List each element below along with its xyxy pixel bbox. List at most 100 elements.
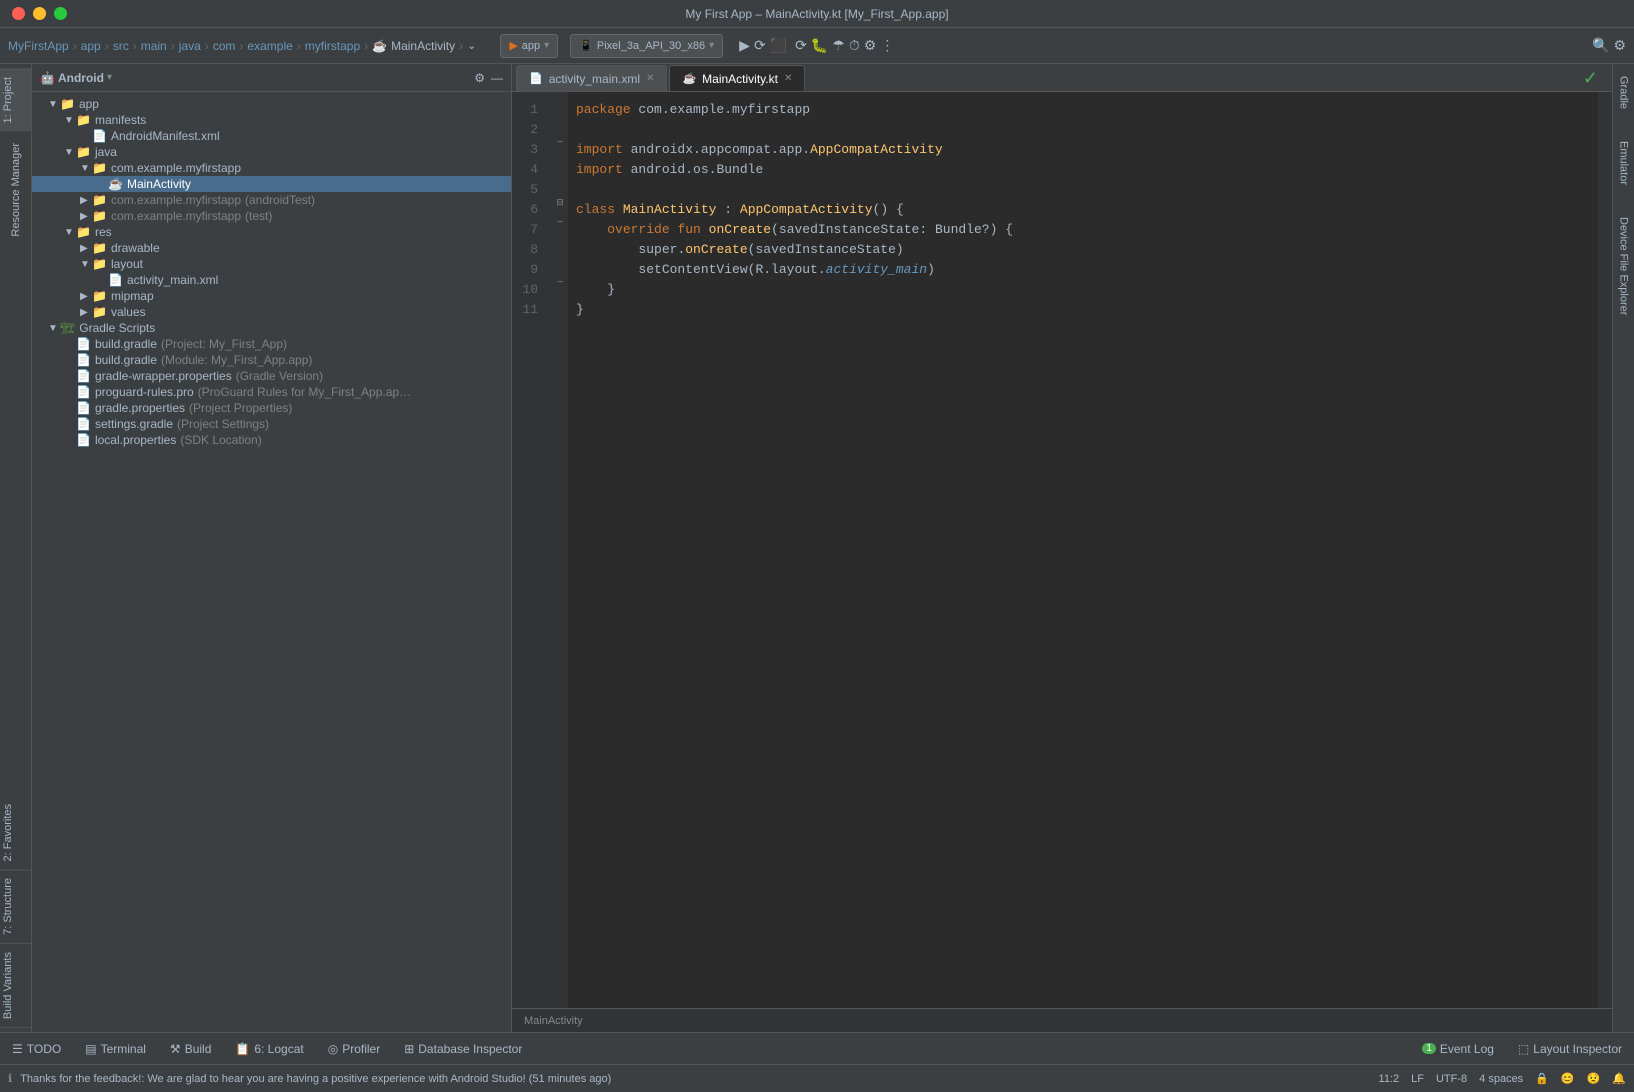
breadcrumb-src[interactable]: src — [113, 39, 129, 53]
line-num-7: 7 — [512, 220, 544, 240]
breadcrumb-java[interactable]: java — [179, 39, 201, 53]
tree-item-label: java — [95, 145, 117, 159]
tree-item-manifests[interactable]: ▼ 📁 manifests — [32, 112, 511, 128]
breadcrumb: MyFirstApp › app › src › main › java › c… — [8, 39, 476, 53]
fold-indicator-oncreate[interactable]: − — [552, 212, 568, 232]
layout-inspector-icon: ⬚ — [1518, 1042, 1529, 1056]
right-tab-gradle[interactable]: Gradle — [1616, 68, 1632, 117]
tree-item-java[interactable]: ▼ 📁 java — [32, 144, 511, 160]
bottom-tab-profiler[interactable]: ◎ Profiler — [324, 1040, 385, 1058]
sad-icon: 😟 — [1587, 1072, 1601, 1085]
rerun-button[interactable]: ⟳ — [754, 37, 766, 54]
terminal-label: Terminal — [101, 1042, 146, 1056]
profile-icon[interactable]: ⏱ — [849, 37, 860, 54]
tree-item-test[interactable]: ▶ 📁 com.example.myfirstapp (test) — [32, 208, 511, 224]
search-icon[interactable]: 🔍 — [1592, 37, 1609, 54]
close-button[interactable] — [12, 7, 25, 20]
left-tab-project[interactable]: 1: Project — [0, 68, 31, 131]
breadcrumb-com[interactable]: com — [213, 39, 236, 53]
bottom-tab-logcat[interactable]: 📋 6: Logcat — [231, 1040, 307, 1058]
attach-debugger-icon[interactable]: 🐛 — [811, 37, 828, 54]
gradle-icon: 🏗 — [60, 321, 75, 335]
code-editor[interactable]: package com.example.myfirstapp import an… — [568, 92, 1598, 1008]
tree-arrow-icon: ▼ — [48, 323, 60, 334]
logcat-icon: 📋 — [235, 1042, 250, 1056]
minimize-button[interactable] — [33, 7, 46, 20]
right-tab-emulator[interactable]: Emulator — [1616, 133, 1632, 193]
code-line-11: } — [576, 300, 1598, 320]
device-button[interactable]: 📱 Pixel_3a_API_30_x86 ▾ — [570, 34, 723, 58]
fold-indicator-class[interactable]: − — [552, 132, 568, 152]
todo-label: TODO — [27, 1042, 61, 1056]
tree-item-res[interactable]: ▼ 📁 res — [32, 224, 511, 240]
fold-gutter: − ⊟ − − — [552, 92, 568, 1008]
tree-item-drawable[interactable]: ▶ 📁 drawable — [32, 240, 511, 256]
dropdown-icon: ▾ — [544, 40, 549, 51]
folder-icon: 📁 — [76, 225, 91, 239]
tree-item-activity-main[interactable]: 📄 activity_main.xml — [32, 272, 511, 288]
tree-item-android-test[interactable]: ▶ 📁 com.example.myfirstapp (androidTest) — [32, 192, 511, 208]
code-line-9: setContentView(R.layout.activity_main) — [576, 260, 1598, 280]
more-icon[interactable]: ⋮ — [880, 37, 894, 54]
code-line-6: class MainActivity : AppCompatActivity()… — [576, 200, 1598, 220]
tree-item-layout[interactable]: ▼ 📁 layout — [32, 256, 511, 272]
tree-item-settings-gradle[interactable]: 📄 settings.gradle (Project Settings) — [32, 416, 511, 432]
left-tab-resource-manager[interactable]: Resource Manager — [10, 139, 22, 241]
tree-item-build-gradle-project[interactable]: 📄 build.gradle (Project: My_First_App) — [32, 336, 511, 352]
vertical-scrollbar[interactable] — [1598, 92, 1612, 1008]
right-tab-device-file-explorer[interactable]: Device File Explorer — [1616, 209, 1632, 323]
folder-icon: 📁 — [92, 305, 107, 319]
cursor-position[interactable]: 11:2 — [1379, 1073, 1400, 1085]
tree-item-com-example[interactable]: ▼ 📁 com.example.myfirstapp — [32, 160, 511, 176]
tree-item-mainactivity[interactable]: ☕ MainActivity — [32, 176, 511, 192]
left-tab-structure[interactable]: 7: Structure — [0, 870, 31, 944]
tab-close-icon[interactable]: ✕ — [784, 73, 792, 84]
tab-activity-main[interactable]: 📄 activity_main.xml ✕ — [516, 65, 667, 91]
project-settings-icon[interactable]: ⚙ — [474, 71, 485, 85]
terminal-icon: ▤ — [85, 1042, 96, 1056]
breadcrumb-example[interactable]: example — [247, 39, 292, 53]
tree-item-proguard[interactable]: 📄 proguard-rules.pro (ProGuard Rules for… — [32, 384, 511, 400]
stop-button[interactable]: ⬛ — [770, 37, 787, 54]
coverage-icon[interactable]: ☂ — [832, 37, 845, 54]
tree-item-detail: (ProGuard Rules for My_First_App.ap… — [198, 385, 411, 399]
run-config-label: app — [522, 40, 540, 52]
breadcrumb-myfirstapp[interactable]: myfirstapp — [305, 39, 360, 53]
sync-button[interactable]: ⟳ — [795, 37, 807, 54]
tree-item-values[interactable]: ▶ 📁 values — [32, 304, 511, 320]
tab-main-activity[interactable]: ☕ MainActivity.kt ✕ — [669, 65, 805, 91]
bottom-tab-layout-inspector[interactable]: ⬚ Layout Inspector — [1514, 1040, 1626, 1058]
project-collapse-icon[interactable]: — — [491, 71, 503, 85]
bottom-tab-todo[interactable]: ☰ TODO — [8, 1040, 65, 1058]
tree-item-gradle-properties[interactable]: 📄 gradle.properties (Project Properties) — [32, 400, 511, 416]
encoding[interactable]: UTF-8 — [1436, 1073, 1467, 1085]
bottom-tab-database-inspector[interactable]: ⊞ Database Inspector — [400, 1040, 526, 1058]
tree-arrow-icon: ▼ — [48, 99, 60, 110]
tree-item-mipmap[interactable]: ▶ 📁 mipmap — [32, 288, 511, 304]
gear-icon[interactable]: ⚙ — [1613, 37, 1626, 54]
tree-item-local-properties[interactable]: 📄 local.properties (SDK Location) — [32, 432, 511, 448]
maximize-button[interactable] — [54, 7, 67, 20]
tree-item-app[interactable]: ▼ 📁 app — [32, 96, 511, 112]
tree-item-androidmanifest[interactable]: 📄 AndroidManifest.xml — [32, 128, 511, 144]
tree-item-build-gradle-module[interactable]: 📄 build.gradle (Module: My_First_App.app… — [32, 352, 511, 368]
project-dropdown[interactable]: 🤖 Android ▾ — [40, 71, 112, 85]
left-tab-build-variants[interactable]: Build Variants — [0, 944, 31, 1028]
folder-icon: 📁 — [92, 241, 107, 255]
breadcrumb-app[interactable]: app — [81, 39, 101, 53]
breadcrumb-main[interactable]: main — [141, 39, 167, 53]
bottom-tab-terminal[interactable]: ▤ Terminal — [81, 1040, 150, 1058]
bottom-tab-build[interactable]: ⚒ Build — [166, 1040, 215, 1058]
breadcrumb-file[interactable]: MainActivity — [391, 39, 455, 53]
tree-item-gradle-scripts[interactable]: ▼ 🏗 Gradle Scripts — [32, 320, 511, 336]
breadcrumb-project[interactable]: MyFirstApp — [8, 39, 69, 53]
tree-item-gradle-wrapper[interactable]: 📄 gradle-wrapper.properties (Gradle Vers… — [32, 368, 511, 384]
line-separator[interactable]: LF — [1411, 1073, 1424, 1085]
bottom-tab-event-log[interactable]: 1 Event Log — [1418, 1040, 1498, 1058]
left-tab-favorites[interactable]: 2: Favorites — [0, 796, 31, 870]
run-button[interactable]: ▶ — [739, 37, 750, 54]
run-config-button[interactable]: ▶ app ▾ — [500, 34, 558, 58]
settings-icon[interactable]: ⚙ — [864, 37, 877, 54]
indent[interactable]: 4 spaces — [1479, 1073, 1523, 1085]
tab-close-icon[interactable]: ✕ — [646, 73, 654, 84]
